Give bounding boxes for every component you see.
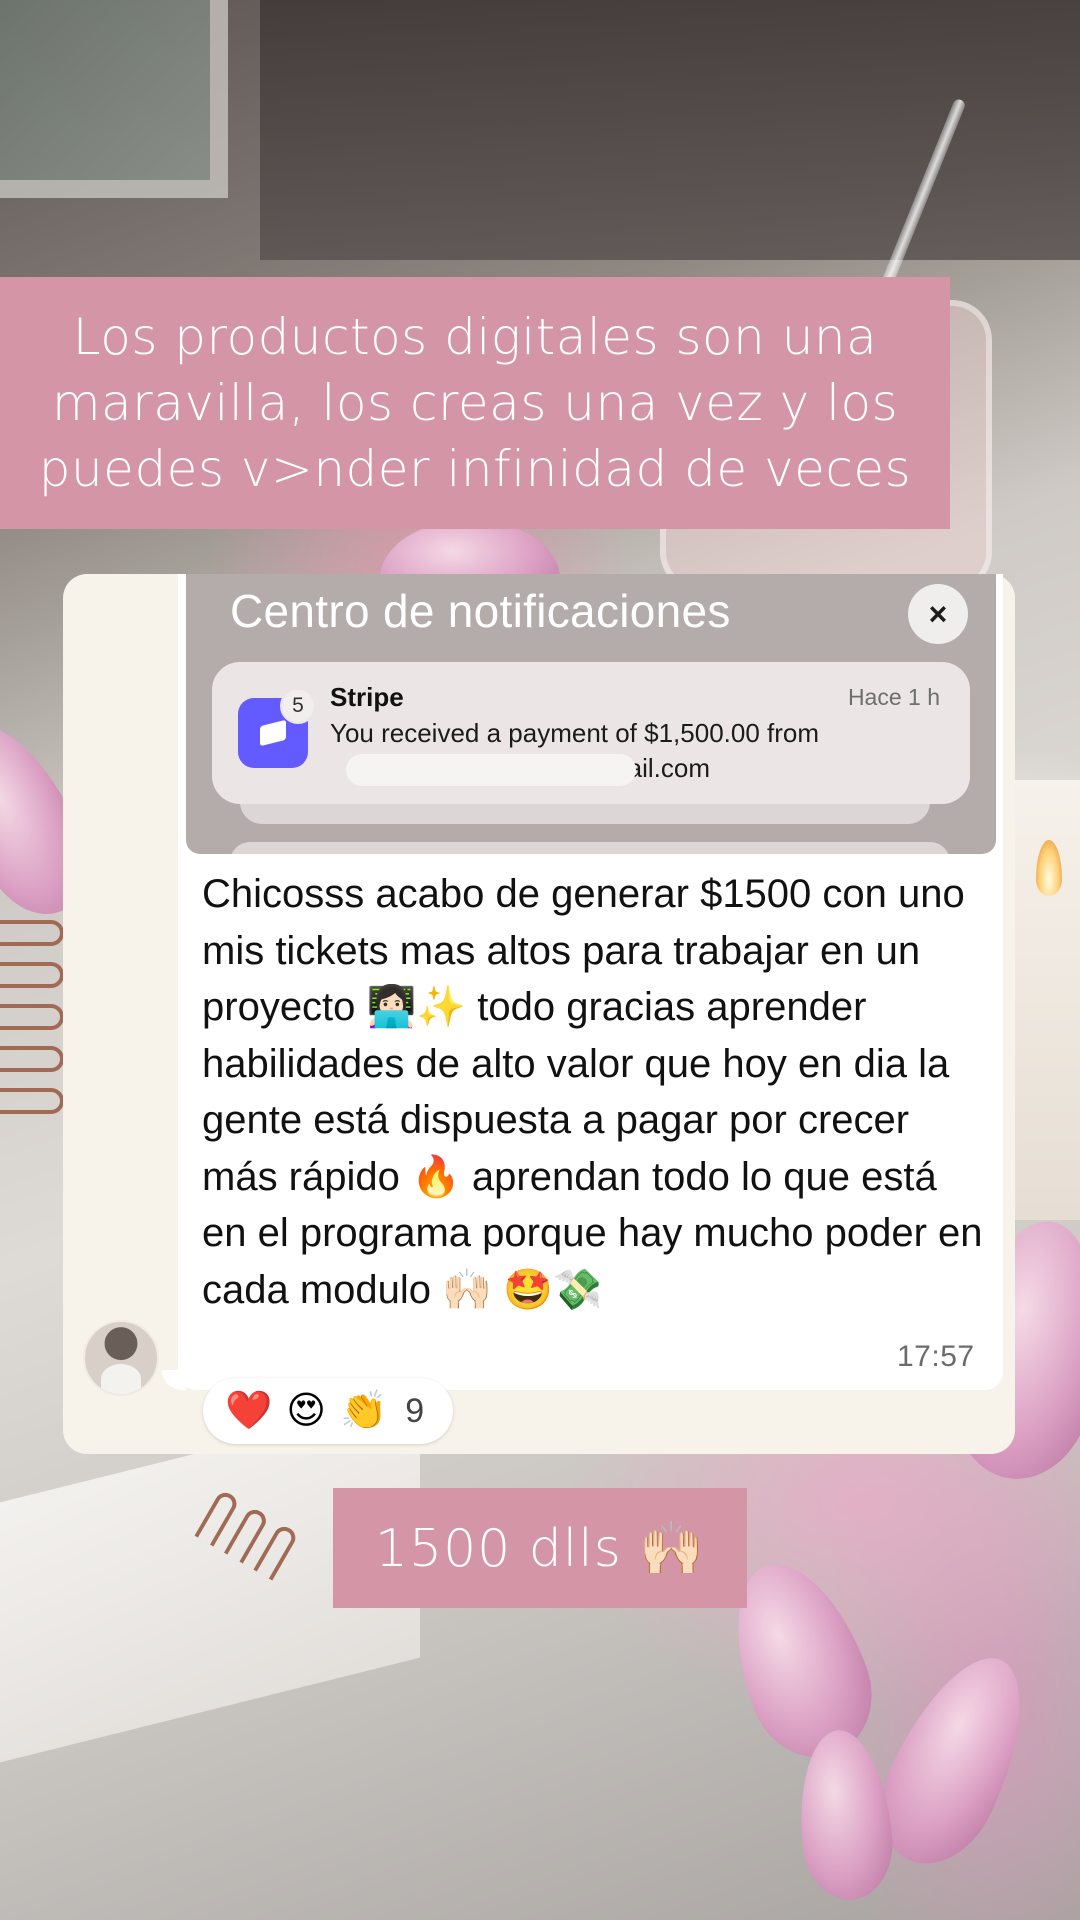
- caption-bottom-text: 1500 dlls 🙌🏻: [374, 1518, 706, 1579]
- notification-center-title: Centro de notificaciones: [230, 585, 731, 637]
- reactions-bar[interactable]: ❤️ 😍 👏 9: [203, 1378, 453, 1444]
- stripe-notification[interactable]: 5 Stripe Hace 1 h You received a payment…: [212, 662, 970, 804]
- email-redaction: [346, 754, 636, 786]
- reaction-count: 9: [405, 1391, 425, 1430]
- notification-time: Hace 1 h: [847, 684, 940, 710]
- window-frame: [0, 0, 228, 198]
- stacked-notification: [230, 842, 950, 854]
- caption-top-text: Los productos digitales son una maravill…: [38, 308, 912, 498]
- heart-eyes-reaction: 😍: [286, 1390, 326, 1432]
- notification-center-screenshot[interactable]: Centro de notificaciones × 5 Stripe Hace…: [186, 574, 996, 854]
- notification-count-badge: 5: [280, 688, 316, 724]
- background-shadow: [260, 0, 1080, 260]
- caption-bottom: 1500 dlls 🙌🏻: [333, 1488, 747, 1608]
- close-icon[interactable]: ×: [908, 584, 968, 644]
- notebook-rings: [0, 920, 70, 1180]
- message-text: Chicosss acabo de generar $1500 con uno …: [202, 872, 983, 1312]
- stripe-logo-glyph: [260, 719, 286, 747]
- sender-avatar[interactable]: [83, 1320, 159, 1396]
- clap-reaction: 👏: [339, 1390, 388, 1432]
- caption-top: Los productos digitales son una maravill…: [0, 277, 950, 529]
- message-timestamp: 17:57: [897, 1340, 975, 1373]
- notification-app-name: Stripe: [330, 682, 404, 712]
- notification-body: You received a payment of $1,500.00 from: [330, 718, 820, 748]
- heart-reaction: ❤️: [225, 1390, 273, 1432]
